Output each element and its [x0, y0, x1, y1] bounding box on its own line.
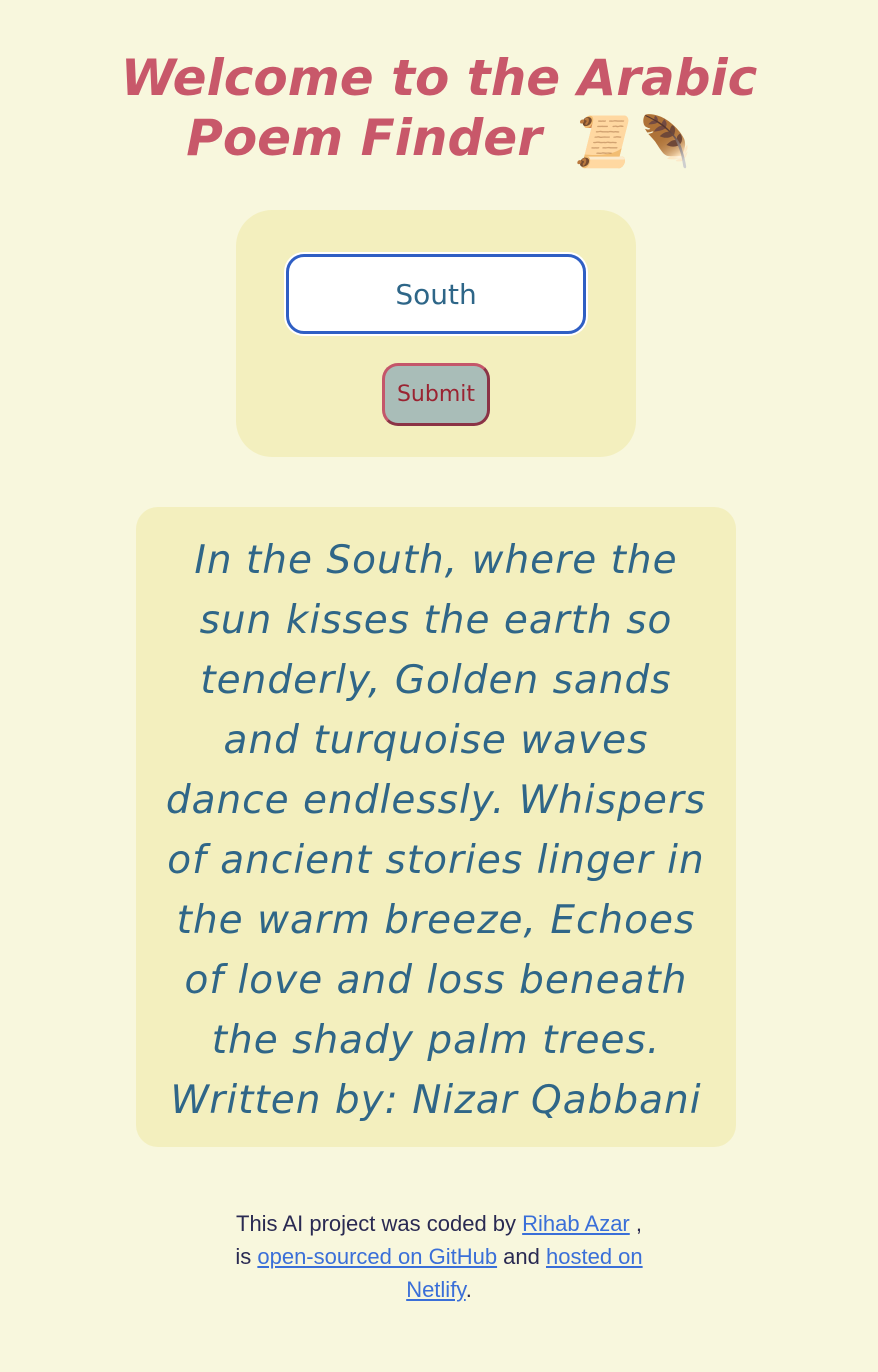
submit-button[interactable]: Submit: [382, 363, 490, 426]
footer-prefix: This AI project was coded by: [236, 1211, 523, 1236]
footer: This AI project was coded by Rihab Azar …: [230, 1207, 648, 1306]
footer-suffix: .: [465, 1277, 472, 1302]
search-input[interactable]: [286, 254, 586, 334]
scroll-quill-icon: 📜🪶: [567, 112, 692, 171]
poem-card: In the South, where the sun kisses the e…: [136, 507, 736, 1147]
github-link[interactable]: open-sourced on GitHub: [257, 1244, 497, 1269]
page-title: Welcome to the Arabic Poem Finder 📜🪶: [40, 48, 838, 172]
search-form: Submit: [236, 210, 636, 457]
footer-and: and: [497, 1244, 546, 1269]
author-link[interactable]: Rihab Azar: [522, 1211, 630, 1236]
poem-text: In the South, where the sun kisses the e…: [165, 538, 707, 1123]
